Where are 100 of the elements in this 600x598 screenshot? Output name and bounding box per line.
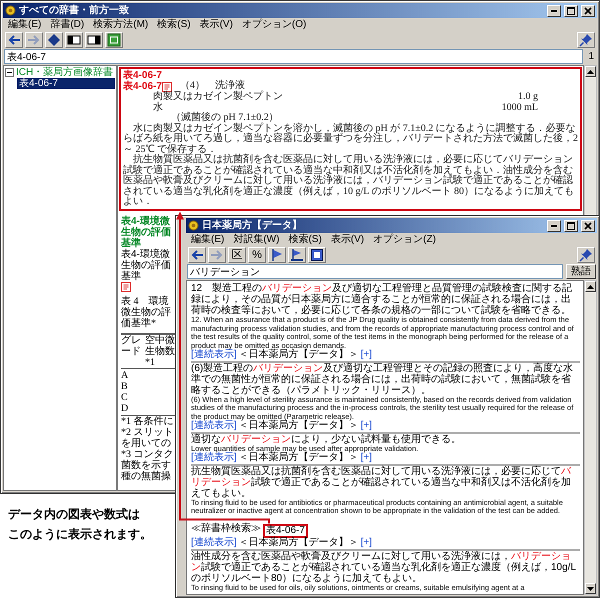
- menu-item[interactable]: 対訳集(W): [233, 234, 280, 245]
- scrollbar[interactable]: [584, 280, 597, 595]
- flag-icon: [290, 248, 304, 262]
- pin-icon: [579, 33, 593, 47]
- tree-item[interactable]: 表4-06-7: [17, 78, 115, 89]
- entry-heading[interactable]: 表4-06-7: [123, 70, 578, 81]
- toolbar-button[interactable]: %: [248, 247, 266, 263]
- window-title: すべての辞書・前方一致: [19, 5, 130, 16]
- window-title: 日本薬局方【データ】: [202, 220, 303, 231]
- menu-item[interactable]: 辞書(D): [50, 19, 84, 30]
- continuous-view-link[interactable]: [連続表示]: [191, 421, 237, 432]
- diamond-icon: [47, 33, 61, 47]
- figure-icon: [162, 82, 172, 92]
- pin-button[interactable]: [577, 32, 595, 48]
- search-field[interactable]: バリデーション: [187, 264, 563, 279]
- japanese-text: 油性成分を含む医薬品や軟膏及びクリームに対して用いる洗浄液には，バリデーション試験で適正であることが確認されている適当な乳化剤を適正な濃度（例えば，10g/Lのポリソルベート80）になるように加えてもよい。: [191, 550, 578, 584]
- down-arrow-icon: [587, 586, 594, 590]
- table-cell-text: A: [121, 370, 130, 380]
- ingredient-name: 水: [153, 102, 163, 113]
- figure-heading: （4） 洗浄液: [180, 81, 246, 91]
- menu-item[interactable]: 表示(V): [200, 19, 233, 30]
- toolbar-button[interactable]: [105, 32, 123, 48]
- source-label: ＜日本薬局方【データ】＞: [238, 538, 359, 548]
- table-footnote: *3 コンタク: [121, 448, 174, 460]
- left-pane-icon: [67, 33, 81, 47]
- menu-item[interactable]: 編集(E): [191, 234, 224, 245]
- column-header: 空中微生物数*1: [145, 334, 175, 368]
- japanese-text: 抗生物質医薬品又は抗菌剤を含む医薬品に対して用いる洗浄液には，必要に応じてバリデーション試験で適正であることが確認されている適当な中和剤又は不活化剤を加えてもよい。: [191, 466, 572, 498]
- up-arrow-icon: [587, 284, 594, 288]
- book-icon: [310, 248, 324, 262]
- source-label: ＜日本薬局方【データ】＞: [238, 350, 359, 360]
- minimize-button[interactable]: [547, 220, 561, 232]
- source-label: ＜日本薬局方【データ】＞: [238, 421, 359, 432]
- toolbar-button[interactable]: [65, 32, 83, 48]
- pin-icon: [579, 248, 593, 262]
- menu-item[interactable]: 検索(S): [288, 234, 322, 245]
- search-field[interactable]: 表4-06-7: [4, 49, 584, 64]
- minimize-button[interactable]: [547, 4, 561, 16]
- idiom-button[interactable]: 熟語: [566, 264, 596, 279]
- table-footnote: *2 スリット: [121, 426, 174, 438]
- toolbar-button[interactable]: [308, 247, 326, 263]
- dictionary-link[interactable]: 表4-06-7: [263, 524, 308, 538]
- expand-link[interactable]: [+]: [360, 350, 372, 360]
- menu-item[interactable]: 検索(S): [157, 19, 191, 30]
- column-header: グレード: [121, 334, 142, 358]
- menu-item[interactable]: オプション(Z): [373, 234, 436, 245]
- back-button[interactable]: [188, 247, 206, 263]
- continuous-view-link[interactable]: [連続表示]: [191, 538, 237, 548]
- toolbar-button[interactable]: 区: [228, 247, 246, 263]
- close-button[interactable]: [581, 220, 595, 232]
- continuous-view-link[interactable]: [連続表示]: [191, 453, 237, 464]
- window-icon: [107, 33, 121, 47]
- toolbar-button[interactable]: [85, 32, 103, 48]
- japanese-text: 12 製造工程のバリデーション及び適切な工程管理と品質管理の試験検査に関する記録により，その品質が日本薬局方に適合することが恒常的に保証される場合には，出荷時の検査等において，必要に応じて各条の規格の一部について試験を省略できる。: [191, 283, 574, 316]
- right-arrow-icon: [210, 248, 224, 262]
- up-arrow-icon: [587, 70, 594, 74]
- right-pane-icon: [87, 33, 101, 47]
- app-icon: [188, 220, 199, 231]
- expand-link[interactable]: [+]: [360, 538, 372, 548]
- left-arrow-icon: [190, 248, 204, 262]
- expand-link[interactable]: [+]: [360, 453, 372, 464]
- maximize-icon: [567, 222, 575, 230]
- figure-paragraph: 抗生物質医薬品又は抗菌剤を含む医薬品に対して用いる洗浄液には，必要に応じてバリデーション試験で適正であることが確認されている適当な中和剤又は不活化剤を加えてもよい．油性成分を含む医薬品や軟膏及びクリームに対して用いる洗浄液には，バリデーション試験で適正であることが確認されている適当な乳化剤を適正な濃度（例えば，10 g/L のポリソルベート 80）になるように加えてもよい．: [123, 155, 576, 208]
- left-arrow-icon: [7, 33, 21, 47]
- table-title: 表 4 環境微生物の評価基準*: [121, 296, 172, 328]
- close-icon: [584, 222, 592, 230]
- maximize-icon: [567, 6, 575, 14]
- table-footnote: 菌数を示す: [121, 460, 172, 470]
- entry-link[interactable]: 表4-環境微生物の評価基準: [121, 248, 175, 282]
- close-icon: [584, 6, 592, 14]
- entry-link[interactable]: 表4-06-7: [123, 81, 172, 92]
- maximize-button[interactable]: [564, 4, 578, 16]
- minimize-icon: [551, 224, 557, 226]
- caption-text: このように表示されます。: [8, 526, 152, 544]
- continuous-view-link[interactable]: [連続表示]: [191, 350, 237, 360]
- table-footnote: *1 各条件に: [121, 416, 174, 426]
- figure-paragraph: 水に肉製又はカゼイン製ペプトンを溶かし，滅菌後の pH が 7.1±0.2 になるように調整する．必要ならばろ紙を用いてろ過し，適当な容器に必要量ずつを分注し，バリデートされた方法で滅菌した後，2 ～ 25℃ で保存する．: [123, 124, 578, 154]
- search-label: ≪辞書枠検索≫: [191, 524, 261, 536]
- maximize-button[interactable]: [564, 220, 578, 232]
- source-label: ＜日本薬局方【データ】＞: [238, 453, 359, 464]
- right-arrow-icon: [27, 33, 41, 47]
- menu-item[interactable]: 表示(V): [330, 234, 364, 245]
- ingredient-name: 肉製又はカゼイン製ペプトン: [153, 92, 283, 102]
- caption-text: データ内の図表や数式は: [8, 506, 141, 523]
- menu-item[interactable]: オプション(O): [242, 19, 306, 30]
- ingredient-amount: 1.0 g: [518, 92, 538, 102]
- ingredient-amount: 1000 mL: [502, 102, 538, 113]
- table-cell-text: B: [121, 380, 129, 392]
- menu-item[interactable]: 検索方法(M): [93, 19, 148, 30]
- menu-item[interactable]: 編集(E): [8, 19, 42, 30]
- tree-item[interactable]: ICH・薬局方画像辞書: [16, 67, 114, 78]
- pin-button[interactable]: [577, 247, 595, 263]
- entry-heading[interactable]: 表4-環境微生物の評価基準: [121, 216, 175, 248]
- toolbar-button[interactable]: [268, 247, 286, 263]
- back-button[interactable]: [5, 32, 23, 48]
- expand-link[interactable]: [+]: [360, 421, 372, 432]
- close-button[interactable]: [581, 4, 595, 16]
- toolbar-button[interactable]: [45, 32, 63, 48]
- table-footnote: 種の無菌操: [121, 470, 172, 482]
- toolbar-button[interactable]: [288, 247, 306, 263]
